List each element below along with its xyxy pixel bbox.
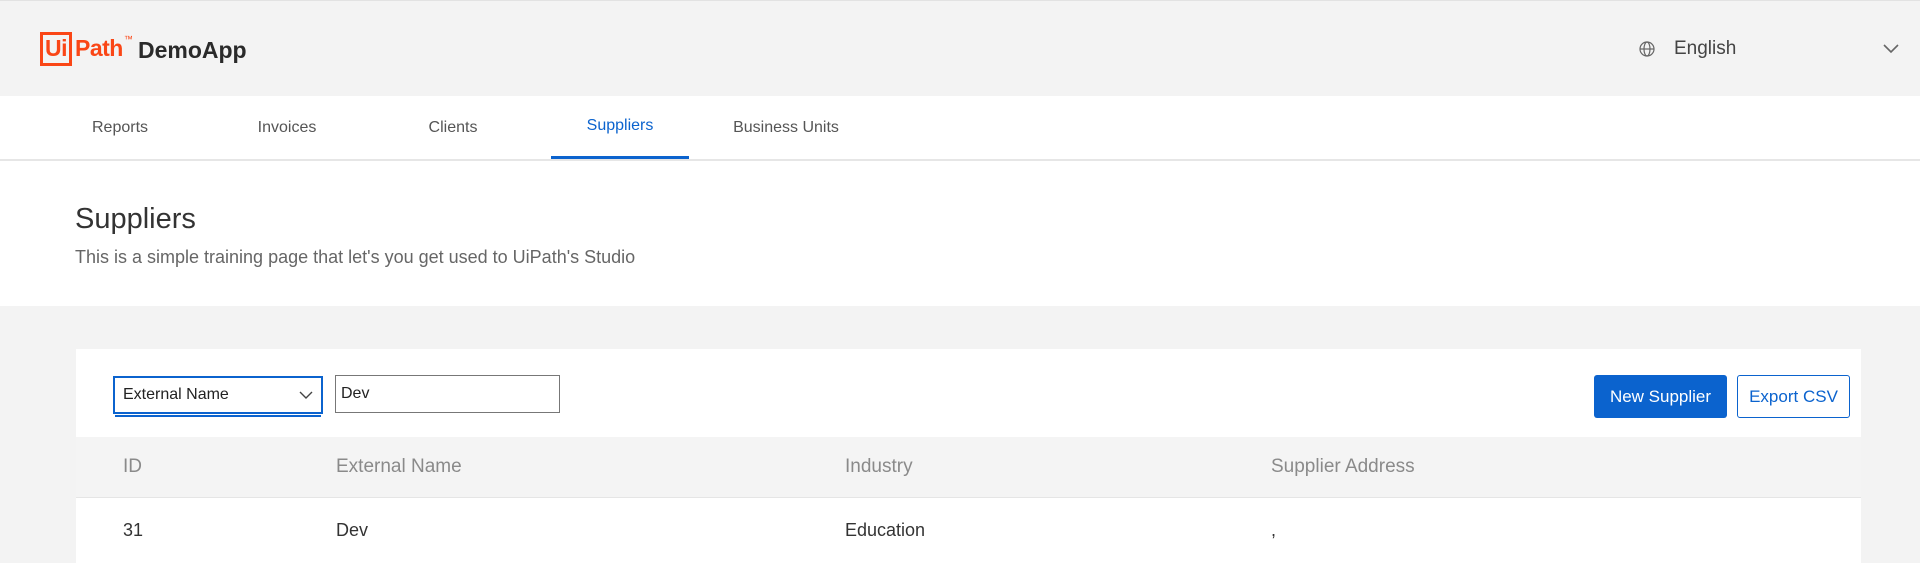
cell-industry: Education [845, 520, 926, 540]
suppliers-card: External Name New Supplier Export CSV ID… [76, 349, 1861, 563]
column-header-external-name[interactable]: External Name [336, 437, 462, 497]
filter-field-value: External Name [123, 386, 229, 403]
export-csv-button[interactable]: Export CSV [1737, 375, 1850, 418]
filter-field-select[interactable]: External Name [113, 376, 323, 417]
page-subtitle: This is a simple training page that let'… [75, 247, 636, 267]
main-tabs: Reports Invoices Clients Suppliers Busin… [0, 96, 1920, 161]
language-label: English [1674, 38, 1737, 59]
uipath-logo[interactable]: Ui Path ™ [40, 31, 133, 66]
table-header: ID External Name Industry Supplier Addre… [76, 437, 1861, 498]
logo-ui-text: Ui [40, 31, 72, 66]
table-row[interactable]: 31 Dev Education , [76, 498, 1861, 563]
tab-invoices[interactable]: Invoices [218, 96, 356, 159]
logo-path-text: Path [75, 35, 123, 61]
tab-reports[interactable]: Reports [51, 96, 189, 159]
page-title: Suppliers [75, 203, 196, 235]
chevron-down-icon [1883, 44, 1899, 54]
top-header: Ui Path ™ DemoApp English [0, 0, 1920, 97]
language-selector[interactable]: English [1638, 35, 1900, 63]
globe-icon [1639, 41, 1655, 57]
app-name: DemoApp [138, 37, 247, 63]
logo-trademark: ™ [123, 34, 133, 44]
filter-search-input[interactable] [335, 375, 560, 413]
tab-clients[interactable]: Clients [384, 96, 522, 159]
page-header: Suppliers This is a simple training page… [0, 161, 1920, 306]
app-root: Ui Path ™ DemoApp English Reports Invoic… [0, 0, 1920, 563]
column-header-supplier-address[interactable]: Supplier Address [1271, 437, 1415, 497]
cell-supplier-address: , [1271, 520, 1277, 540]
tab-suppliers[interactable]: Suppliers [551, 96, 689, 159]
tab-business-units[interactable]: Business Units [717, 96, 855, 159]
new-supplier-button[interactable]: New Supplier [1594, 375, 1727, 418]
cell-external-name: Dev [336, 520, 369, 540]
chevron-down-icon [299, 391, 313, 399]
cell-id: 31 [123, 520, 144, 540]
column-header-id[interactable]: ID [123, 437, 142, 497]
column-header-industry[interactable]: Industry [845, 437, 913, 497]
